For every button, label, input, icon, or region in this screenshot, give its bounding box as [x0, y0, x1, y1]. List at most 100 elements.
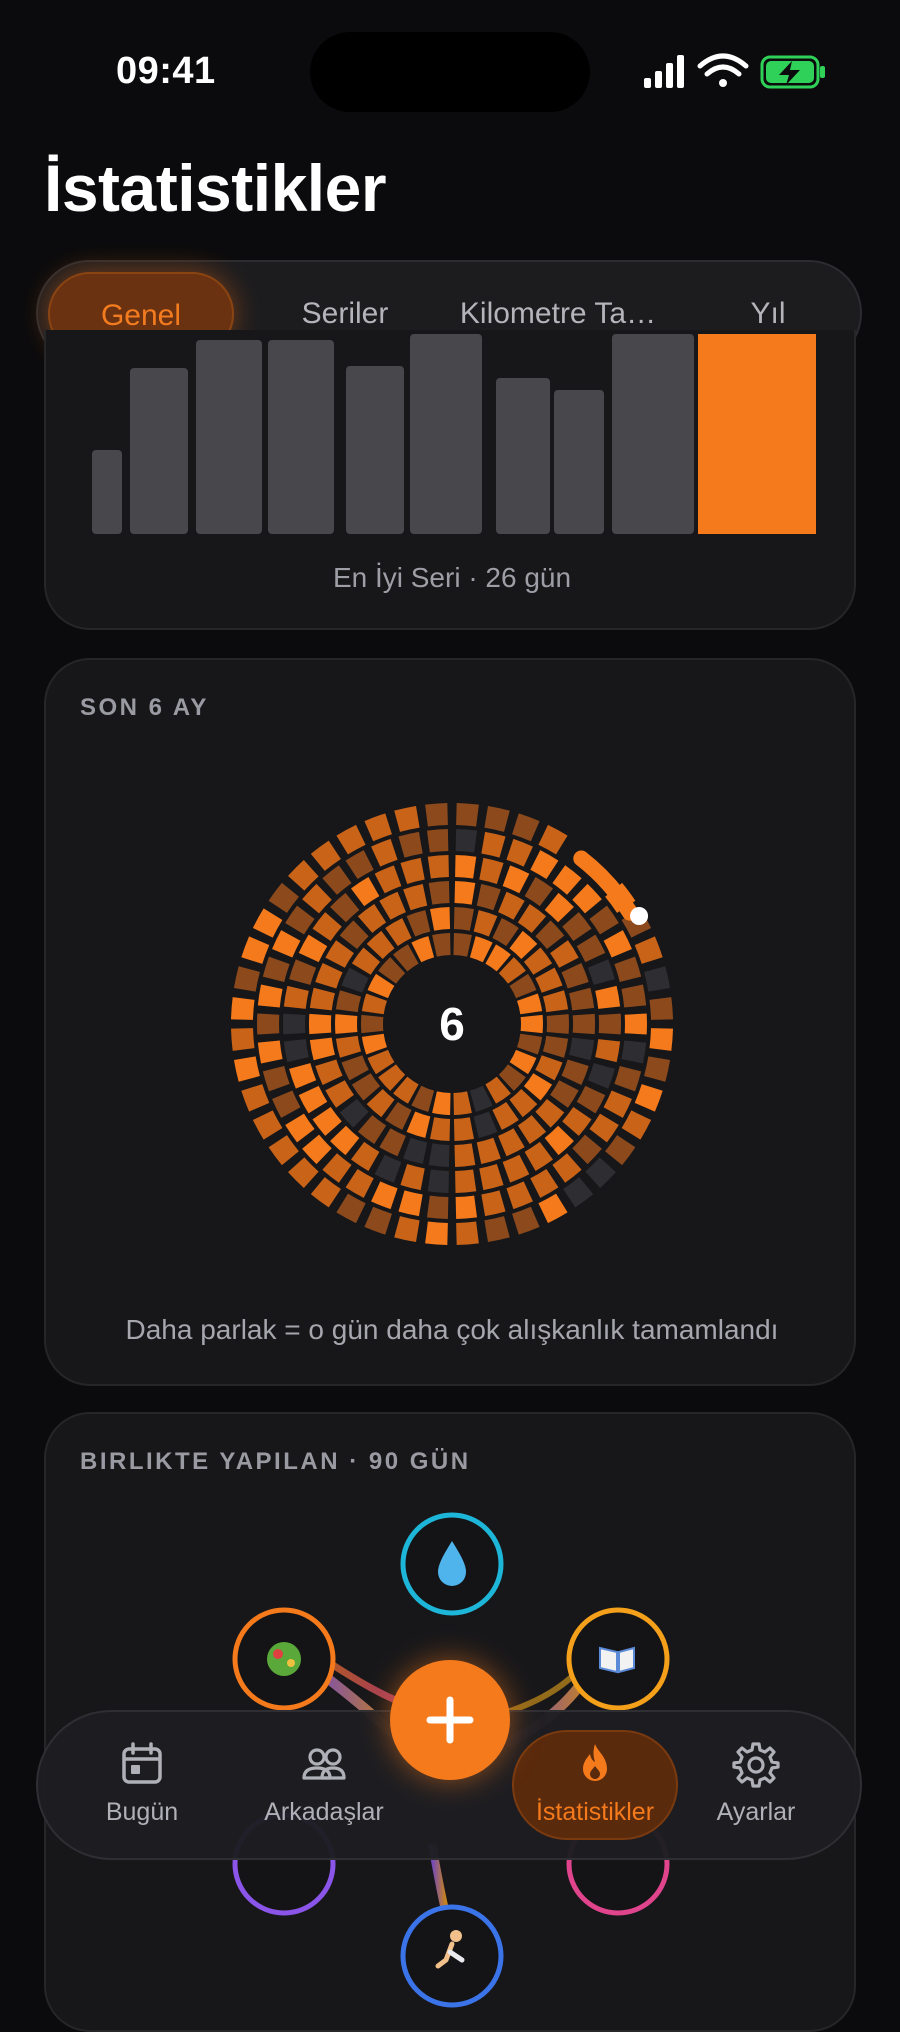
- day-segment: [296, 868, 311, 883]
- day-segment: [483, 1201, 502, 1205]
- day-segment: [454, 1128, 472, 1130]
- day-segment: [385, 902, 402, 910]
- day-segment: [318, 850, 335, 863]
- day-segment: [535, 860, 552, 870]
- day-segment: [380, 1165, 398, 1173]
- day-segment: [571, 1063, 578, 1081]
- day-segment: [361, 955, 372, 969]
- day-segment: [598, 912, 609, 928]
- day-segment: [397, 1227, 418, 1232]
- day-segment: [242, 999, 244, 1020]
- spiral-end-dot: [630, 907, 648, 925]
- day-segment: [392, 1111, 407, 1120]
- day-segment: [375, 940, 388, 952]
- day-segment: [598, 1119, 609, 1135]
- day-segment: [506, 876, 524, 884]
- day-segment: [486, 1227, 507, 1232]
- wifi-icon: [700, 56, 746, 87]
- status-bar: 09:41: [0, 0, 900, 140]
- day-segment: [428, 840, 448, 842]
- day-segment: [387, 1071, 398, 1083]
- running-node[interactable]: [403, 1907, 501, 2005]
- day-segment: [378, 980, 385, 994]
- day-segment: [660, 1028, 662, 1049]
- day-segment: [497, 928, 512, 937]
- day-segment: [554, 1037, 558, 1054]
- day-segment: [519, 1054, 526, 1068]
- day-segment: [376, 1191, 394, 1198]
- day-segment: [571, 1113, 583, 1128]
- add-habit-button[interactable]: [390, 1660, 510, 1780]
- day-segment: [613, 1095, 622, 1113]
- day-segment: [335, 947, 345, 963]
- nav-label: Arkadaşlar: [234, 1798, 414, 1827]
- day-segment: [365, 1123, 380, 1134]
- day-segment: [571, 968, 578, 986]
- day-segment: [545, 1059, 552, 1075]
- spiral-center-value: 6: [439, 998, 465, 1050]
- nav-arkadaslar[interactable]: Arkadaşlar: [234, 1712, 414, 1858]
- day-segment: [559, 874, 575, 886]
- droplet-node[interactable]: [403, 1515, 501, 1613]
- salad-node[interactable]: [235, 1610, 333, 1708]
- day-segment: [454, 1102, 470, 1104]
- day-segment: [543, 928, 556, 942]
- day-segment: [455, 1154, 474, 1156]
- day-segment: [483, 843, 502, 847]
- day-segment: [524, 913, 539, 924]
- day-segment: [613, 935, 622, 953]
- day-segment: [554, 993, 558, 1010]
- day-segment: [252, 1087, 259, 1107]
- day-segment: [431, 892, 450, 894]
- day-segment: [352, 1059, 359, 1075]
- day-segment: [571, 919, 583, 934]
- day-segment: [278, 890, 291, 907]
- day-segment: [552, 901, 566, 914]
- battery-icon: [762, 57, 825, 87]
- day-segment: [365, 913, 380, 924]
- day-segment: [432, 1128, 450, 1130]
- day-segment: [580, 991, 584, 1010]
- day-segment: [625, 960, 631, 979]
- day-segment: [479, 895, 497, 900]
- day-segment: [502, 1138, 519, 1146]
- day-segment: [510, 1191, 528, 1198]
- day-segment: [435, 1102, 451, 1104]
- streak-bar: [698, 334, 816, 534]
- nav-ayarlar[interactable]: Ayarlar: [686, 1712, 826, 1858]
- day-segment: [632, 987, 635, 1007]
- day-segment: [358, 887, 374, 898]
- streak-bar: [196, 340, 262, 534]
- day-segment: [429, 1180, 448, 1182]
- flame-icon: [571, 1740, 619, 1788]
- day-segment: [411, 921, 428, 927]
- day-segment: [400, 954, 413, 963]
- day-segment: [242, 1028, 244, 1049]
- plus-icon: [390, 1660, 510, 1780]
- day-segment: [455, 1180, 474, 1182]
- day-segment: [552, 1133, 566, 1146]
- day-segment: [481, 1175, 500, 1180]
- nav-label: Ayarlar: [686, 1798, 826, 1827]
- day-segment: [263, 914, 273, 933]
- nav-istatistikler[interactable]: İstatistikler: [512, 1712, 678, 1858]
- day-segment: [411, 1122, 428, 1128]
- day-segment: [392, 928, 407, 937]
- day-segment: [342, 1203, 361, 1213]
- day-segment: [427, 1232, 448, 1234]
- day-segment: [348, 1106, 361, 1120]
- streak-bar: [612, 334, 694, 534]
- day-segment: [527, 1035, 531, 1051]
- day-segment: [300, 1066, 306, 1084]
- signal-icon: [644, 55, 684, 88]
- nav-bugun[interactable]: Bugün: [72, 1712, 212, 1858]
- day-segment: [586, 1091, 595, 1108]
- day-segment: [295, 1119, 306, 1135]
- day-segment: [274, 1069, 280, 1088]
- day-segment: [309, 1091, 318, 1108]
- day-segment: [491, 1085, 504, 1094]
- day-segment: [321, 1039, 325, 1058]
- day-segment: [435, 944, 451, 946]
- day-segment: [486, 817, 507, 822]
- book-node[interactable]: [569, 1610, 667, 1708]
